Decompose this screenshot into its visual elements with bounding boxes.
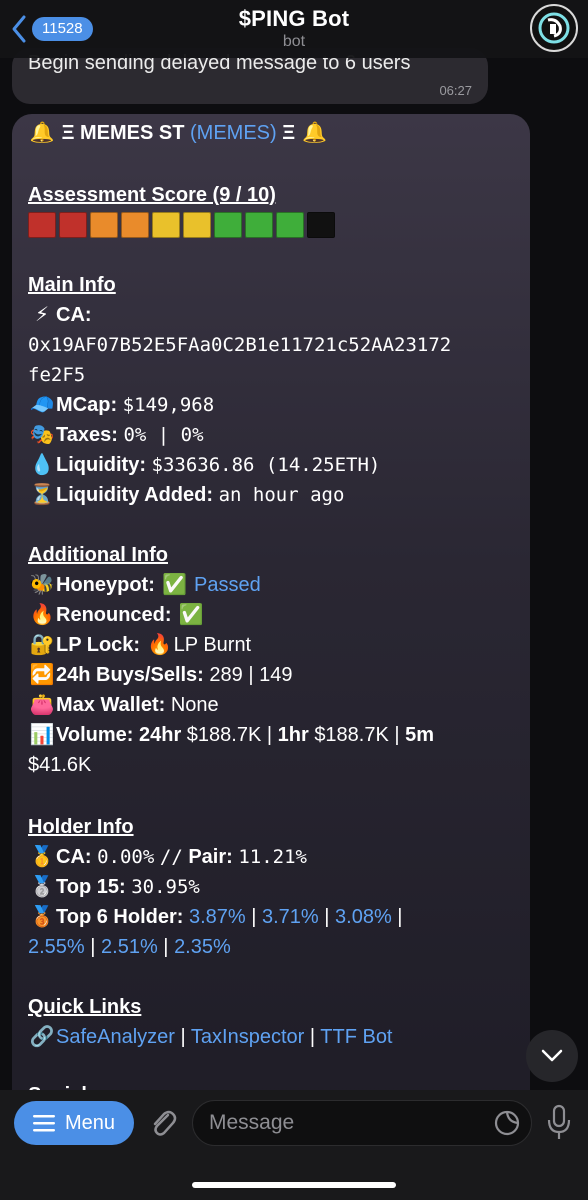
bot-avatar[interactable] <box>530 4 578 52</box>
purse-icon: 👛 <box>29 694 55 716</box>
score-segment <box>183 212 211 238</box>
check-icon: ✅ <box>162 574 187 596</box>
honeypot-row: 🐝Honeypot: ✅ Passed <box>28 570 261 600</box>
assessment-heading: Assessment Score (9 / 10) <box>28 184 276 206</box>
chat-subtitle: bot <box>282 33 306 50</box>
menu-label: Menu <box>64 1111 116 1134</box>
taxinspector-link[interactable]: TaxInspector <box>191 1026 304 1048</box>
holder-link[interactable]: 3.71% <box>262 906 319 928</box>
score-segment <box>28 212 56 238</box>
composer-bar: Menu <box>0 1090 588 1200</box>
holder-link[interactable]: 2.35% <box>174 936 231 958</box>
ca-row: ⚡ CA: <box>28 300 92 330</box>
bar-chart-icon: 📊 <box>29 724 55 746</box>
holder-link[interactable]: 2.55% <box>28 936 85 958</box>
main-info-heading: Main Info <box>28 274 116 296</box>
message-input[interactable] <box>192 1100 532 1146</box>
hamburger-icon <box>32 1115 55 1132</box>
safeanalyzer-link[interactable]: SafeAnalyzer <box>56 1026 175 1048</box>
chat-title[interactable]: $PING Bot <box>0 6 588 32</box>
holder-link[interactable]: 3.87% <box>189 906 246 928</box>
lock-icon: 🔐 <box>29 634 55 656</box>
score-segment <box>245 212 273 238</box>
droplet-icon: 💧 <box>29 454 55 476</box>
holder-link[interactable]: 2.51% <box>101 936 158 958</box>
score-segment <box>276 212 304 238</box>
scroll-down-button[interactable] <box>526 1030 578 1082</box>
ticker-link[interactable]: (MEMES) <box>190 122 277 144</box>
score-segment <box>121 212 149 238</box>
bee-icon: 🐝 <box>29 574 55 596</box>
taxes-row: 🎭Taxes: 0% | 0% <box>28 420 204 450</box>
bronze-medal-icon: 🥉 <box>29 906 55 928</box>
menu-button[interactable]: Menu <box>14 1101 134 1145</box>
bell-icon: 🔔 <box>302 122 328 144</box>
home-indicator <box>192 1182 396 1188</box>
top6-row-cont: 2.55% | 2.51% | 2.35% <box>28 936 231 958</box>
score-segment <box>307 212 335 238</box>
cap-icon: 🧢 <box>29 394 55 416</box>
max-wallet-row: 👛Max Wallet: None <box>28 690 219 720</box>
additional-info-heading: Additional Info <box>28 544 168 566</box>
message-title: 🔔 Ξ MEMES ST (MEMES) Ξ 🔔 <box>28 118 329 148</box>
volume-row: 📊Volume: 24hr $188.7K | 1hr $188.7K | 5m <box>28 720 435 750</box>
score-bar <box>28 212 335 238</box>
hourglass-icon: ⏳ <box>29 484 55 506</box>
chevron-down-icon <box>541 1049 563 1062</box>
top15-row: 🥈Top 15: 30.95% <box>28 872 200 902</box>
holder-ca-row: 🥇CA: 0.00% // Pair: 11.21% <box>28 842 307 872</box>
silver-medal-icon: 🥈 <box>29 876 55 898</box>
check-icon: ✅ <box>178 604 204 626</box>
score-segment <box>59 212 87 238</box>
lp-lock-row: 🔐LP Lock: 🔥LP Burnt <box>28 630 252 660</box>
fire-icon: 🔥 <box>29 604 55 626</box>
renounced-row: 🔥Renounced: ✅ <box>28 600 205 630</box>
score-segment <box>214 212 242 238</box>
liquidity-added-row: ⏳Liquidity Added: an hour ago <box>28 480 345 510</box>
mcap-row: 🧢MCap: $149,968 <box>28 390 215 420</box>
microphone-icon[interactable] <box>546 1104 572 1142</box>
holder-link[interactable]: 3.08% <box>335 906 392 928</box>
quick-links-row: 🔗SafeAnalyzer | TaxInspector | TTF Bot <box>28 1022 393 1052</box>
gold-medal-icon: 🥇 <box>29 846 55 868</box>
lightning-icon: ⚡ <box>34 304 50 326</box>
honeypot-link[interactable]: Passed <box>194 574 261 596</box>
buys-sells-row: 🔁24h Buys/Sells: 289 | 149 <box>28 660 293 690</box>
paperclip-icon[interactable] <box>146 1106 180 1140</box>
score-segment <box>90 212 118 238</box>
bot-logo-icon <box>538 12 570 44</box>
contract-address[interactable]: 0x19AF07B52E5FAa0C2B1e11721c52AA23172 <box>28 330 451 360</box>
chat-header: 11528 $PING Bot bot <box>0 0 588 58</box>
top6-row: 🥉Top 6 Holder: 3.87% | 3.71% | 3.08% | <box>28 902 403 932</box>
volume-5m-value: $41.6K <box>28 754 92 776</box>
score-segment <box>152 212 180 238</box>
fire-icon: 🔥 <box>147 634 173 656</box>
holder-info-heading: Holder Info <box>28 816 134 838</box>
link-icon: 🔗 <box>29 1026 55 1048</box>
sticker-icon[interactable] <box>494 1110 520 1136</box>
repeat-icon: 🔁 <box>29 664 55 686</box>
ttf-bot-link[interactable]: TTF Bot <box>320 1026 392 1048</box>
masks-icon: 🎭 <box>29 424 55 446</box>
quick-links-heading: Quick Links <box>28 996 142 1018</box>
message-timestamp: 06:27 <box>439 83 472 98</box>
liquidity-row: 💧Liquidity: $33636.86 (14.25ETH) <box>28 450 381 480</box>
bell-icon: 🔔 <box>29 122 55 144</box>
contract-address-cont[interactable]: fe2F5 <box>28 360 85 390</box>
bot-message-bubble[interactable]: 🔔 Ξ MEMES ST (MEMES) Ξ 🔔 Assessment Scor… <box>12 114 530 1114</box>
